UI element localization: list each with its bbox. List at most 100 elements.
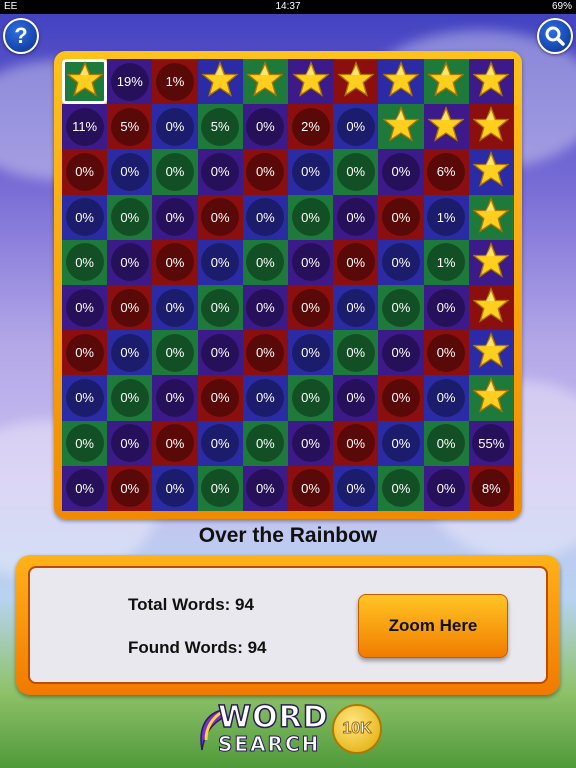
grid-cell[interactable]: 0% [152, 284, 198, 331]
grid-cell[interactable]: 19% [107, 59, 153, 105]
grid-cell[interactable]: 0% [107, 194, 153, 240]
grid-cell[interactable]: 0% [333, 104, 379, 150]
grid-cell[interactable]: 0% [242, 239, 288, 285]
grid-cell[interactable]: ★ [423, 59, 469, 105]
grid-cell[interactable]: 0% [197, 149, 243, 195]
grid-cell[interactable]: ★ [468, 149, 514, 195]
grid-cell[interactable]: 0% [62, 149, 108, 195]
grid-cell[interactable]: ★ [287, 59, 334, 105]
grid-cell[interactable]: 0% [242, 465, 288, 511]
grid-cell[interactable]: ★ [333, 59, 379, 105]
grid-cell[interactable]: ★ [468, 194, 514, 240]
grid-cell[interactable]: ★ [468, 375, 514, 421]
grid-cell[interactable]: 0% [287, 330, 334, 376]
grid-cell[interactable]: 5% [197, 104, 243, 150]
grid-cell[interactable]: 0% [197, 465, 243, 511]
grid-cell[interactable]: 0% [152, 465, 198, 511]
grid-cell[interactable]: 0% [152, 239, 198, 285]
grid-cell[interactable]: 0% [378, 330, 424, 376]
grid-cell[interactable]: 0% [152, 420, 198, 466]
grid-cell[interactable]: 0% [242, 194, 288, 240]
grid-cell[interactable]: 0% [197, 194, 243, 240]
zoom-search-button[interactable] [537, 18, 573, 54]
grid-cell[interactable]: ★ [468, 284, 514, 331]
grid-cell[interactable]: 0% [152, 375, 198, 421]
grid-cell[interactable]: 6% [423, 149, 469, 195]
grid-cell[interactable]: 0% [378, 284, 424, 331]
grid-cell[interactable]: 0% [152, 104, 198, 150]
grid-cell[interactable]: 0% [378, 420, 424, 466]
grid-cell[interactable]: 0% [378, 194, 424, 240]
grid-cell[interactable]: ★ [423, 104, 469, 150]
grid-cell[interactable]: 0% [423, 375, 469, 421]
grid-cell[interactable]: 0% [287, 465, 334, 511]
grid-cell[interactable]: 0% [62, 284, 108, 331]
grid-cell[interactable]: 0% [152, 330, 198, 376]
grid-cell[interactable]: 0% [333, 420, 379, 466]
grid-cell[interactable]: ★ [468, 59, 514, 105]
grid-cell[interactable]: 0% [287, 284, 334, 331]
grid-cell[interactable]: 0% [107, 375, 153, 421]
grid-cell[interactable]: 0% [242, 375, 288, 421]
grid-cell[interactable]: 0% [62, 465, 108, 511]
grid-cell[interactable]: 0% [62, 330, 108, 376]
grid-cell[interactable]: 0% [333, 284, 379, 331]
grid-cell[interactable]: 0% [333, 149, 379, 195]
grid-cell[interactable]: 0% [197, 239, 243, 285]
grid-cell[interactable]: 0% [62, 239, 108, 285]
grid-cell[interactable]: 0% [287, 194, 334, 240]
grid-cell[interactable]: ★ [242, 59, 288, 105]
grid-cell[interactable]: 0% [62, 420, 108, 466]
grid-cell[interactable]: 0% [152, 149, 198, 195]
grid-cell[interactable]: ★ [197, 59, 243, 105]
grid-cell[interactable]: 0% [197, 330, 243, 376]
grid-cell[interactable]: 0% [242, 420, 288, 466]
grid-cell[interactable]: 0% [423, 330, 469, 376]
grid-cell[interactable]: 0% [378, 465, 424, 511]
grid-cell[interactable]: ★ [468, 104, 514, 150]
grid-cell[interactable]: 0% [287, 239, 334, 285]
grid-cell[interactable]: 0% [242, 284, 288, 331]
grid-cell[interactable]: 0% [378, 375, 424, 421]
help-button[interactable]: ? [3, 18, 39, 54]
grid-cell[interactable]: 1% [423, 239, 469, 285]
grid-cell[interactable]: ★ [378, 59, 424, 105]
grid-cell[interactable]: ★ [62, 59, 108, 105]
grid-cell[interactable]: 0% [62, 194, 108, 240]
grid-cell[interactable]: 0% [242, 149, 288, 195]
grid-cell[interactable]: 55% [468, 420, 514, 466]
grid-cell[interactable]: 0% [333, 465, 379, 511]
grid-cell[interactable]: 8% [468, 465, 514, 511]
grid-cell[interactable]: 0% [287, 375, 334, 421]
grid-cell[interactable]: 0% [107, 149, 153, 195]
grid-cell[interactable]: 0% [107, 465, 153, 511]
grid-cell[interactable]: 0% [423, 465, 469, 511]
grid-cell[interactable]: 0% [423, 420, 469, 466]
grid-cell[interactable]: 0% [107, 420, 153, 466]
grid-cell[interactable]: 0% [287, 149, 334, 195]
grid-cell[interactable]: 0% [287, 420, 334, 466]
grid-cell[interactable]: 0% [242, 330, 288, 376]
grid-cell[interactable]: 0% [333, 330, 379, 376]
grid-cell[interactable]: 0% [107, 330, 153, 376]
grid-cell[interactable]: 0% [378, 239, 424, 285]
grid-cell[interactable]: 2% [287, 104, 334, 150]
grid-cell[interactable]: ★ [378, 104, 424, 150]
grid-cell[interactable]: 0% [197, 375, 243, 421]
grid-cell[interactable]: 0% [107, 239, 153, 285]
grid-cell[interactable]: 0% [152, 194, 198, 240]
grid-cell[interactable]: 0% [333, 194, 379, 240]
grid-cell[interactable]: 0% [197, 284, 243, 331]
grid-cell[interactable]: 11% [62, 104, 108, 150]
grid-cell[interactable]: 0% [107, 284, 153, 331]
zoom-here-button[interactable]: Zoom Here [358, 594, 508, 658]
grid-cell[interactable]: 0% [423, 284, 469, 331]
grid-cell[interactable]: 5% [107, 104, 153, 150]
grid-cell[interactable]: 0% [378, 149, 424, 195]
grid-cell[interactable]: 0% [197, 420, 243, 466]
grid-cell[interactable]: 0% [242, 104, 288, 150]
grid-cell[interactable]: ★ [468, 239, 514, 285]
grid-cell[interactable]: 0% [62, 375, 108, 421]
grid-cell[interactable]: 0% [333, 375, 379, 421]
grid-cell[interactable]: 1% [423, 194, 469, 240]
